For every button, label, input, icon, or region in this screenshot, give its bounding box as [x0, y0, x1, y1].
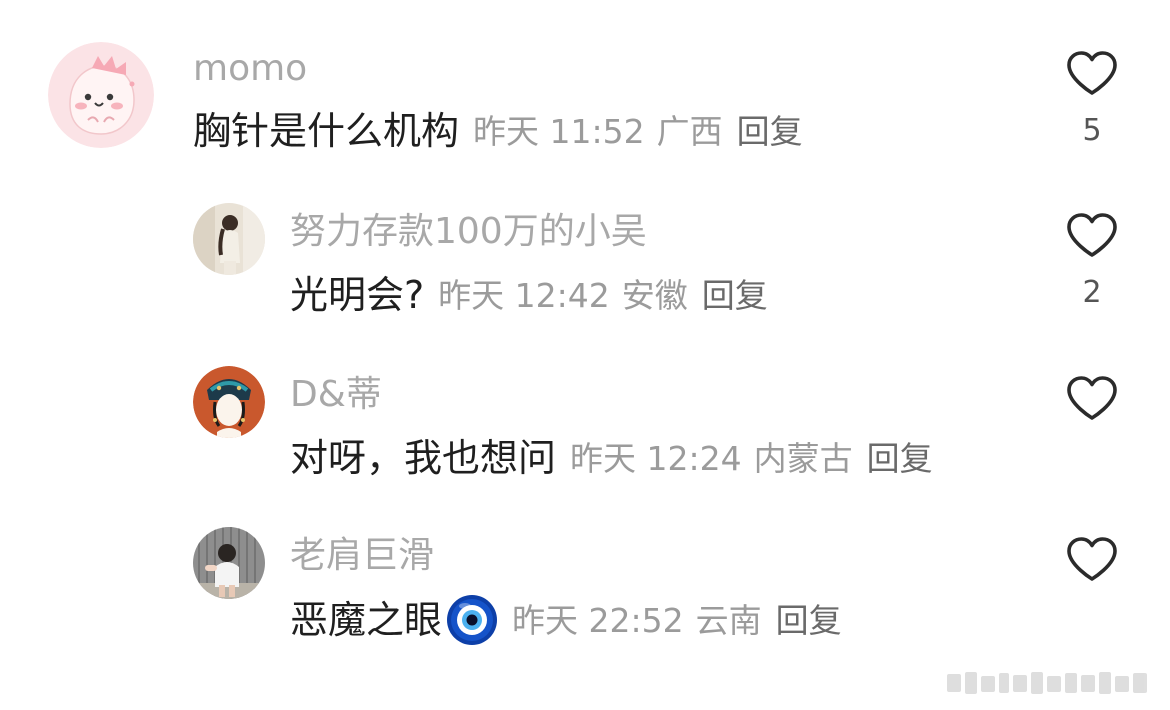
reply-button[interactable]: 回复: [776, 604, 842, 637]
watermark-logo: [947, 672, 1147, 694]
comment-line: 对呀，我也想问 昨天 12:24 内蒙古 回复: [290, 439, 933, 477]
heart-icon: [1067, 537, 1117, 581]
comment-time: 昨天 12:24: [570, 438, 742, 478]
girl-photo-avatar-icon: [193, 203, 265, 275]
username[interactable]: momo: [193, 51, 307, 87]
username[interactable]: 老肩巨滑: [290, 538, 434, 574]
comment-text: 胸针是什么机构: [193, 109, 460, 153]
heart-icon: [1067, 213, 1117, 257]
heart-icon: [1067, 376, 1117, 420]
qing-dynasty-lady-avatar-icon: [193, 366, 265, 438]
nazar-amulet-emoji-icon: [446, 594, 498, 646]
avatar[interactable]: [48, 42, 154, 148]
comment-location: 内蒙古: [753, 438, 853, 478]
avatar[interactable]: [193, 203, 265, 275]
username[interactable]: 努力存款100万的小吴: [290, 214, 647, 250]
comment-time: 昨天 22:52: [512, 600, 684, 640]
reply-button[interactable]: 回复: [702, 279, 768, 312]
comment-line: 胸针是什么机构 昨天 11:52 广西 回复: [193, 112, 803, 150]
comment-text: 对呀，我也想问: [290, 436, 557, 480]
comment-location: 广西: [656, 111, 723, 151]
comment-location: 安徽: [621, 275, 688, 315]
comment-location: 云南: [695, 600, 762, 640]
comment-time: 昨天 12:42: [438, 275, 610, 315]
heart-icon: [1067, 51, 1117, 95]
comment-text: 光明会?: [290, 273, 425, 317]
like-button[interactable]: 2: [1064, 212, 1120, 308]
comment-line: 恶魔之眼 昨天 22:52 云南 回复: [290, 594, 842, 646]
reply-button[interactable]: 回复: [867, 442, 933, 475]
comment-time: 昨天 11:52: [473, 111, 645, 151]
pink-dinosaur-avatar-icon: [48, 42, 154, 148]
comment-text: 恶魔之眼: [290, 598, 443, 642]
avatar[interactable]: [193, 366, 265, 438]
comment-line: 光明会? 昨天 12:42 安徽 回复: [290, 276, 768, 314]
reply-button[interactable]: 回复: [737, 115, 803, 148]
like-count: 5: [1082, 113, 1102, 148]
like-count: 2: [1082, 275, 1102, 310]
username[interactable]: D&蒂: [290, 377, 382, 413]
child-photo-avatar-icon: [193, 527, 265, 599]
like-button[interactable]: [1064, 536, 1120, 582]
avatar[interactable]: [193, 527, 265, 599]
like-button[interactable]: 5: [1064, 50, 1120, 146]
like-button[interactable]: [1064, 375, 1120, 421]
